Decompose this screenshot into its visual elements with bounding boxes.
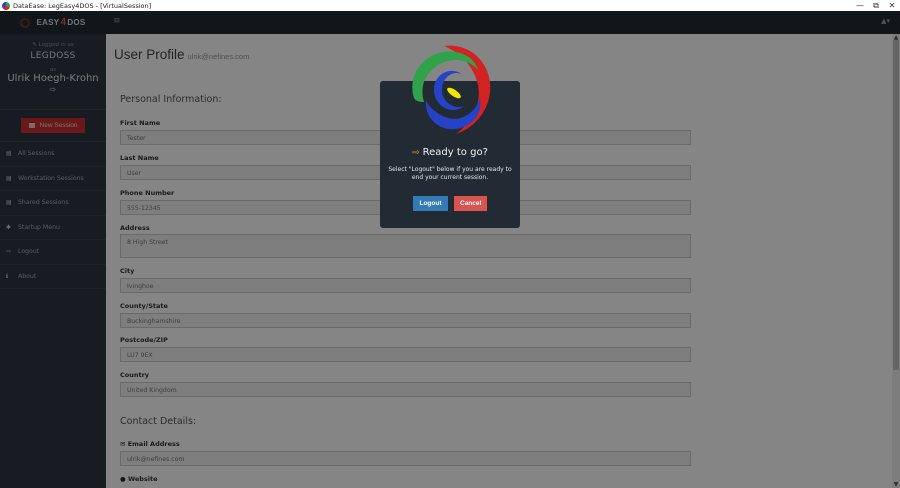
window-controls: — ⧉ ✕ [852, 0, 900, 11]
modal-title: ⇨ Ready to go? [380, 147, 520, 158]
window-title: DataEase: LegEasy4DOS - [VirtualSession] [13, 1, 152, 10]
logout-icon: ⇨ [412, 148, 420, 158]
modal-actions: Logout Cancel [380, 196, 520, 211]
close-icon[interactable]: ✕ [884, 0, 900, 11]
logo-yellow-center [447, 87, 461, 99]
modal-title-text: Ready to go? [422, 147, 488, 158]
logo-swirl-icon [412, 45, 491, 134]
restore-icon[interactable]: ⧉ [868, 0, 884, 11]
logout-button[interactable]: Logout [413, 196, 448, 211]
modal-message: Select "Logout" below if you are ready t… [388, 166, 512, 181]
app-icon [2, 1, 10, 10]
cancel-button[interactable]: Cancel [454, 196, 487, 211]
window-titlebar: DataEase: LegEasy4DOS - [VirtualSession]… [0, 0, 900, 11]
minimize-icon[interactable]: — [852, 0, 868, 11]
